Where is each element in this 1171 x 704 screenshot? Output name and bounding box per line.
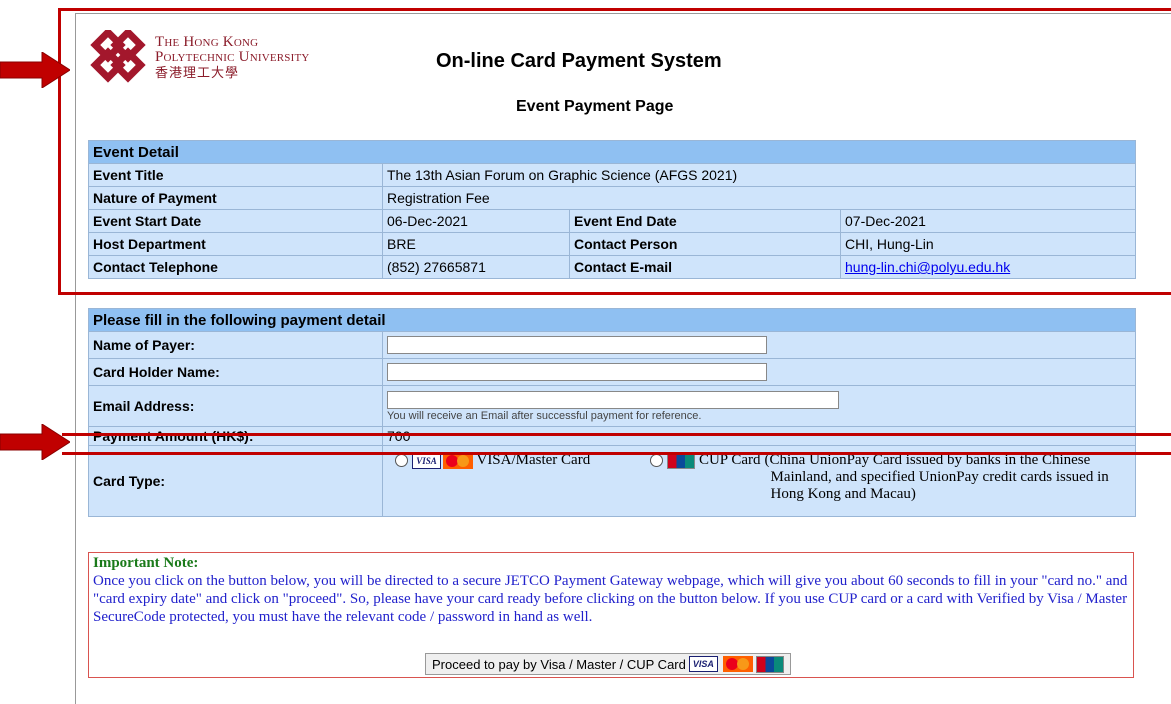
arrow-icon: [0, 424, 70, 460]
holder-cell: [382, 358, 1136, 386]
payment-form-table: Please fill in the following payment det…: [88, 308, 1136, 517]
mastercard-icon: [722, 656, 753, 672]
event-detail-header: Event Detail: [88, 140, 1136, 164]
start-date-value: 06-Dec-2021: [382, 209, 570, 233]
system-title: On-line Card Payment System: [436, 50, 722, 72]
note-title: Important Note:: [93, 555, 199, 571]
event-detail-table: Event Detail Event Title The 13th Asian …: [88, 140, 1136, 279]
visa-icon: VISA: [688, 656, 718, 672]
contact-person-label: Contact Person: [569, 232, 841, 256]
email-cell: You will receive an Email after successf…: [382, 385, 1136, 427]
proceed-button-label: Proceed to pay by Visa / Master / CUP Ca…: [432, 656, 686, 672]
payment-form-header: Please fill in the following payment det…: [88, 308, 1136, 332]
host-value: BRE: [382, 232, 570, 256]
event-title-value: The 13th Asian Forum on Graphic Science …: [382, 163, 1136, 187]
amount-value: 700: [382, 426, 1136, 446]
amount-label: Payment Amount (HK$):: [88, 426, 383, 446]
proceed-to-pay-button[interactable]: Proceed to pay by Visa / Master / CUP Ca…: [425, 653, 791, 675]
radio-cup[interactable]: [650, 454, 664, 468]
unionpay-icon: [755, 655, 784, 673]
end-date-label: Event End Date: [569, 209, 841, 233]
nature-value: Registration Fee: [382, 186, 1136, 210]
card-holder-input[interactable]: [387, 363, 767, 381]
end-date-value: 07-Dec-2021: [840, 209, 1136, 233]
note-body: Once you click on the button below, you …: [93, 573, 1128, 625]
radio-visa-master[interactable]: [395, 454, 408, 468]
email-address-input[interactable]: [387, 390, 839, 409]
email-hint: You will receive an Email after successf…: [387, 409, 702, 422]
logo-line-3: 香港理工大學: [155, 65, 240, 80]
polyu-logo: The Hong Kong Polytechnic University 香港理…: [89, 30, 389, 92]
payer-cell: [382, 331, 1136, 359]
page-subtitle: Event Payment Page: [516, 98, 674, 115]
telephone-label: Contact Telephone: [88, 255, 383, 279]
start-date-label: Event Start Date: [88, 209, 383, 233]
annotation-line-bottom: [62, 452, 1171, 455]
contact-person-value: CHI, Hung-Lin: [840, 232, 1136, 256]
annotation-line-top: [62, 433, 1171, 436]
payer-label: Name of Payer:: [88, 331, 383, 359]
card-type-cell: VISA VISA/Master Card CUP Card (China Un…: [382, 445, 1136, 517]
important-note-box: Important Note: Once you click on the bu…: [88, 552, 1134, 678]
holder-label: Card Holder Name:: [88, 358, 383, 386]
contact-email-link[interactable]: hung-lin.chi@polyu.edu.hk: [845, 259, 1010, 275]
nature-label: Nature of Payment: [88, 186, 383, 210]
telephone-value: (852) 27665871: [382, 255, 570, 279]
host-label: Host Department: [88, 232, 383, 256]
event-title-label: Event Title: [88, 163, 383, 187]
polyu-logo-icon: [90, 30, 146, 83]
cup-note: (China UnionPay Card issued by banks in …: [764, 452, 1109, 502]
contact-email-cell: hung-lin.chi@polyu.edu.hk: [840, 255, 1136, 279]
contact-email-label: Contact E-mail: [569, 255, 841, 279]
email-label: Email Address:: [88, 385, 383, 427]
card-type-label: Card Type:: [88, 445, 383, 517]
logo-line-1: The Hong Kong: [155, 34, 259, 50]
logo-line-2: Polytechnic University: [155, 49, 310, 65]
payer-name-input[interactable]: [387, 336, 767, 354]
arrow-icon: [0, 52, 70, 88]
